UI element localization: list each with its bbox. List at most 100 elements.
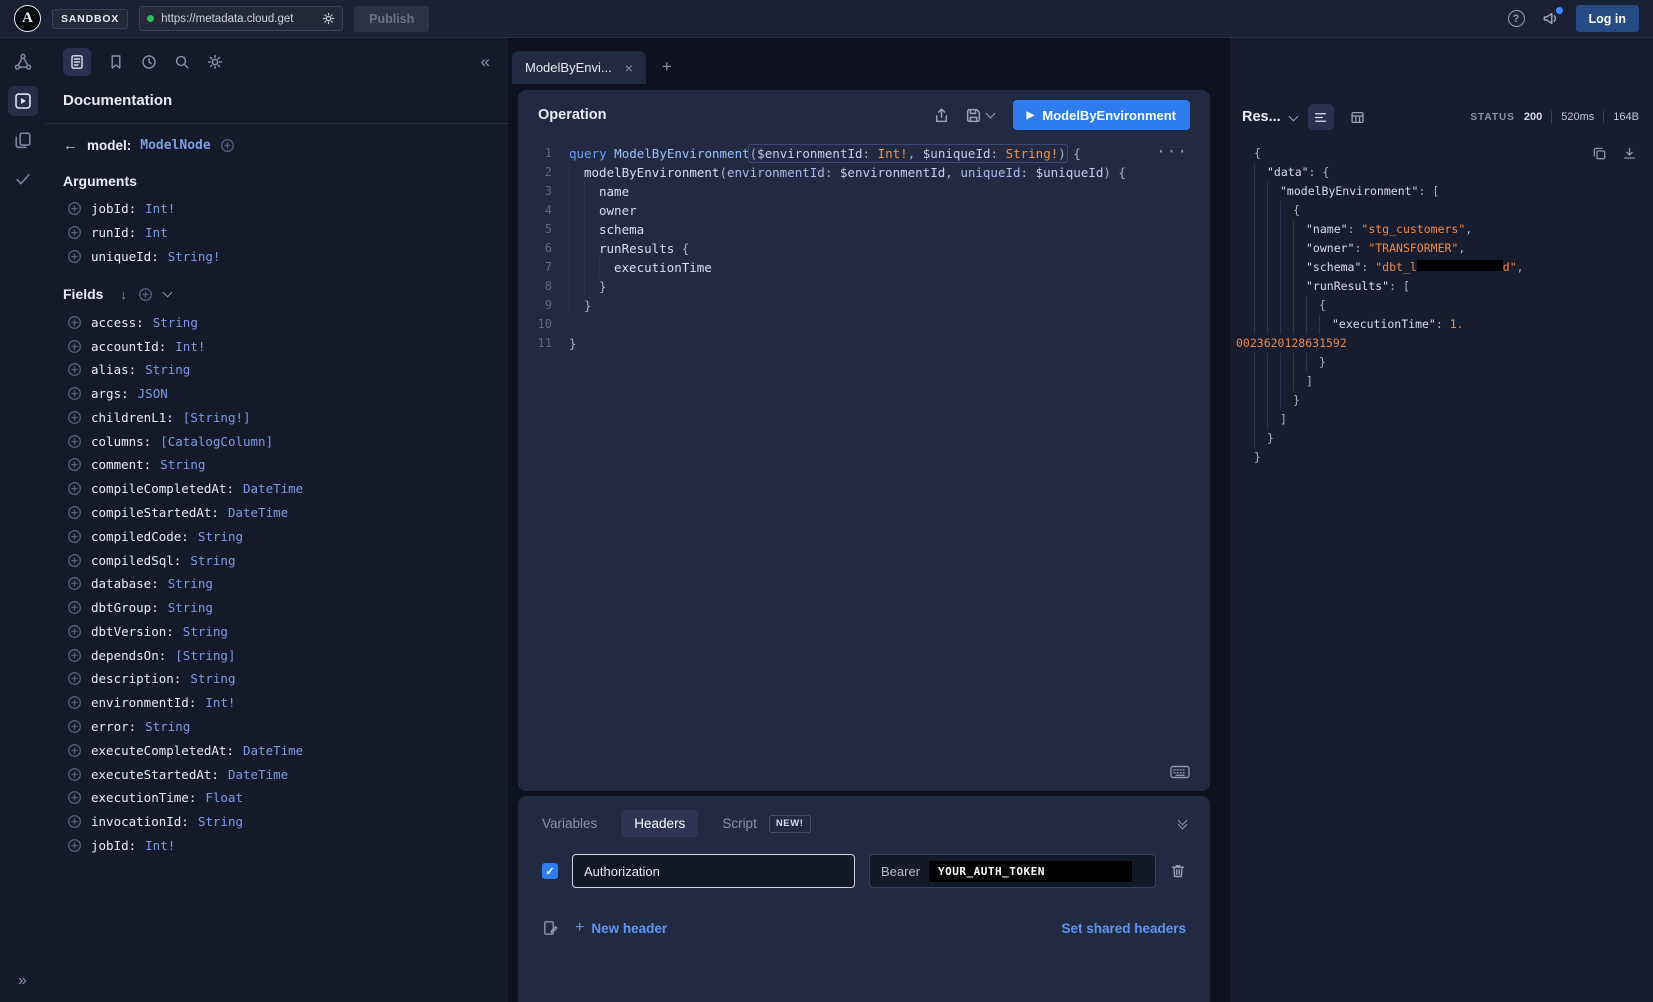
- add-to-query-icon[interactable]: [67, 434, 82, 449]
- add-to-query-icon[interactable]: [67, 695, 82, 710]
- editor-line[interactable]: 9}: [518, 296, 1210, 315]
- new-tab-icon[interactable]: +: [662, 57, 672, 84]
- add-to-query-icon[interactable]: [67, 790, 82, 805]
- share-operation-icon[interactable]: [933, 107, 950, 124]
- doc-field-type[interactable]: Int!: [145, 838, 175, 853]
- new-header-button[interactable]: + New header: [575, 919, 667, 937]
- field-item[interactable]: dependsOn:[String]: [45, 643, 508, 667]
- keyboard-shortcuts-icon[interactable]: [1170, 765, 1190, 779]
- editor-line[interactable]: 3name: [518, 182, 1210, 201]
- editor-line[interactable]: 2modelByEnvironment(environmentId: $envi…: [518, 163, 1210, 182]
- add-to-query-icon[interactable]: [67, 225, 82, 240]
- editor-line[interactable]: 1query ModelByEnvironment($environmentId…: [518, 144, 1210, 163]
- operation-editor[interactable]: ··· 1query ModelByEnvironment($environme…: [518, 140, 1210, 791]
- field-item[interactable]: invocationId:String: [45, 810, 508, 834]
- editor-line[interactable]: 5schema: [518, 220, 1210, 239]
- add-to-query-icon[interactable]: [67, 624, 82, 639]
- doc-field-type[interactable]: String: [183, 624, 228, 639]
- header-key-input[interactable]: [572, 854, 855, 888]
- field-item[interactable]: dbtVersion:String: [45, 620, 508, 644]
- add-to-query-icon[interactable]: [67, 814, 82, 829]
- add-to-query-icon[interactable]: [67, 553, 82, 568]
- doc-field-type[interactable]: Int!: [175, 339, 205, 354]
- field-item[interactable]: alias:String: [45, 358, 508, 382]
- argument-item[interactable]: uniqueId:String!: [45, 245, 508, 269]
- tab-modelbyenvironment[interactable]: ModelByEnvi... ×: [512, 51, 646, 84]
- add-to-query-icon[interactable]: [67, 743, 82, 758]
- add-type-icon[interactable]: [220, 138, 235, 153]
- field-item[interactable]: error:String: [45, 715, 508, 739]
- response-selector[interactable]: Res...: [1242, 109, 1297, 125]
- back-icon[interactable]: ←: [63, 137, 78, 154]
- doc-field-type[interactable]: DateTime: [243, 481, 303, 496]
- add-to-query-icon[interactable]: [67, 481, 82, 496]
- download-response-icon[interactable]: [1622, 146, 1637, 161]
- endpoint-url-input[interactable]: https://metadata.cloud.get: [139, 6, 343, 31]
- doc-field-type[interactable]: String: [198, 814, 243, 829]
- endpoint-settings-icon[interactable]: [322, 12, 335, 25]
- doc-field-type[interactable]: Float: [205, 790, 243, 805]
- documentation-tab-icon[interactable]: [63, 48, 91, 76]
- field-item[interactable]: compileStartedAt:DateTime: [45, 501, 508, 525]
- tab-script[interactable]: Script: [722, 816, 757, 831]
- add-to-query-icon[interactable]: [67, 671, 82, 686]
- doc-field-type[interactable]: String: [190, 553, 235, 568]
- editor-line[interactable]: 10: [518, 315, 1210, 334]
- field-item[interactable]: executeStartedAt:DateTime: [45, 762, 508, 786]
- explorer-icon[interactable]: [8, 86, 38, 116]
- collapse-docs-icon[interactable]: «: [481, 52, 490, 72]
- tab-variables[interactable]: Variables: [542, 816, 597, 831]
- doc-field-type[interactable]: String: [153, 315, 198, 330]
- header-value-input[interactable]: Bearer YOUR_AUTH_TOKEN: [869, 854, 1156, 888]
- editor-line[interactable]: 11}: [518, 334, 1210, 353]
- doc-field-type[interactable]: [CatalogColumn]: [160, 434, 273, 449]
- add-to-query-icon[interactable]: [67, 648, 82, 663]
- publish-button[interactable]: Publish: [354, 6, 429, 32]
- doc-field-type[interactable]: DateTime: [243, 743, 303, 758]
- apollo-logo[interactable]: A: [14, 5, 41, 32]
- field-item[interactable]: dbtGroup:String: [45, 596, 508, 620]
- add-to-query-icon[interactable]: [67, 249, 82, 264]
- doc-field-type[interactable]: String: [145, 719, 190, 734]
- set-shared-headers-link[interactable]: Set shared headers: [1061, 921, 1186, 936]
- add-to-query-icon[interactable]: [67, 315, 82, 330]
- field-item[interactable]: database:String: [45, 572, 508, 596]
- breadcrumb-type[interactable]: ModelNode: [140, 138, 210, 153]
- history-icon[interactable]: [141, 54, 157, 70]
- save-operation-control[interactable]: [965, 107, 994, 124]
- add-to-query-icon[interactable]: [67, 362, 82, 377]
- bulk-edit-icon[interactable]: [542, 920, 558, 936]
- add-to-query-icon[interactable]: [67, 410, 82, 425]
- settings-icon[interactable]: [207, 54, 223, 70]
- copy-response-icon[interactable]: [1592, 146, 1607, 161]
- field-item[interactable]: environmentId:Int!: [45, 691, 508, 715]
- close-tab-icon[interactable]: ×: [625, 60, 633, 76]
- tab-headers[interactable]: Headers: [621, 810, 698, 837]
- field-item[interactable]: compileCompletedAt:DateTime: [45, 477, 508, 501]
- field-item[interactable]: access:String: [45, 310, 508, 334]
- editor-line[interactable]: 8}: [518, 277, 1210, 296]
- expand-rail-icon[interactable]: »: [18, 972, 27, 990]
- login-button[interactable]: Log in: [1576, 5, 1640, 32]
- field-item[interactable]: args:JSON: [45, 382, 508, 406]
- schema-icon[interactable]: [14, 53, 32, 71]
- delete-header-icon[interactable]: [1170, 863, 1186, 879]
- sort-fields-icon[interactable]: ↓: [120, 287, 127, 302]
- field-item[interactable]: accountId:Int!: [45, 334, 508, 358]
- save-options-icon[interactable]: [985, 109, 995, 119]
- doc-field-type[interactable]: Int!: [145, 201, 175, 216]
- checks-icon[interactable]: [14, 170, 32, 188]
- add-to-query-icon[interactable]: [67, 600, 82, 615]
- auth-token-value[interactable]: YOUR_AUTH_TOKEN: [929, 861, 1132, 882]
- doc-field-type[interactable]: String: [145, 362, 190, 377]
- add-to-query-icon[interactable]: [67, 767, 82, 782]
- doc-field-type[interactable]: String: [160, 457, 205, 472]
- doc-field-type[interactable]: [String!]: [183, 410, 251, 425]
- field-item[interactable]: jobId:Int!: [45, 834, 508, 858]
- doc-field-type[interactable]: [String]: [175, 648, 235, 663]
- add-to-query-icon[interactable]: [67, 457, 82, 472]
- editor-line[interactable]: 4owner: [518, 201, 1210, 220]
- add-to-query-icon[interactable]: [67, 201, 82, 216]
- argument-item[interactable]: jobId:Int!: [45, 197, 508, 221]
- announcements-icon[interactable]: [1542, 10, 1559, 27]
